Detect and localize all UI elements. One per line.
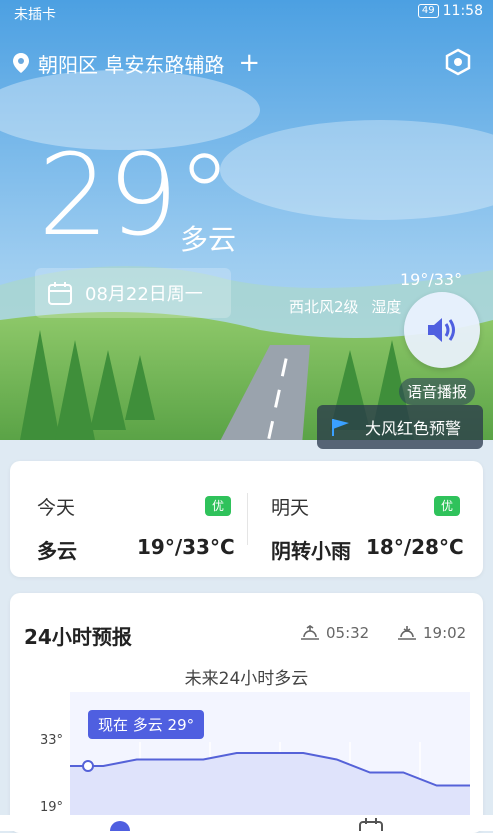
sunrise-info: 05:32 — [300, 624, 369, 642]
now-point — [82, 760, 94, 772]
day-condition: 多云 — [37, 539, 77, 563]
aqi-badge: 优 — [205, 496, 231, 516]
y-tick-min: 19° — [40, 800, 64, 815]
forecast-summary: 未来24小时多云 — [184, 669, 309, 689]
day-label: 今天 — [37, 497, 76, 519]
add-city-button[interactable]: + — [238, 48, 260, 78]
home-tab-icon[interactable] — [110, 821, 130, 831]
weather-alert-banner[interactable]: 大风红色预警 — [317, 405, 483, 449]
sunrise-time: 05:32 — [326, 624, 370, 642]
sunset-icon — [398, 626, 416, 640]
current-date: 08月22日周一 — [85, 284, 203, 305]
date-chip[interactable]: 08月22日周一 — [35, 268, 231, 318]
location-selector[interactable]: 朝阳区 阜安东路辅路 + — [12, 48, 260, 78]
speaker-icon — [428, 318, 455, 342]
sunset-time: 19:02 — [423, 624, 467, 642]
wind-label: 西北风2级 — [289, 298, 359, 316]
temperature-area — [70, 753, 470, 817]
status-bar: 未插卡 49 11:58 — [0, 0, 493, 26]
bottom-nav — [0, 815, 493, 831]
forecast-title: 24小时预报 — [24, 625, 132, 649]
voice-broadcast-label[interactable]: 语音播报 — [399, 378, 476, 405]
battery-icon: 49 — [417, 4, 439, 18]
status-time: 11:58 — [442, 3, 483, 19]
day-temps: 19°/33°C — [137, 535, 235, 559]
location-name: 朝阳区 阜安东路辅路 — [38, 52, 225, 77]
location-pin-icon — [13, 53, 29, 73]
today-summary[interactable]: 今天 优 多云 19°/33°C — [22, 461, 237, 577]
now-tooltip: 现在 多云 29° — [88, 710, 205, 739]
wind-info: 西北风2级 湿度 — [289, 296, 401, 317]
humidity-label: 湿度 — [371, 298, 402, 316]
temp-range: 19°/33° — [400, 270, 463, 289]
day-temps: 18°/28°C — [366, 535, 464, 559]
calendar-tab-icon[interactable] — [358, 817, 384, 831]
sunrise-icon — [301, 625, 319, 640]
day-label: 明天 — [271, 497, 310, 519]
sunset-info: 19:02 — [397, 624, 466, 642]
alert-text: 大风红色预警 — [365, 419, 462, 438]
flag-icon — [332, 419, 349, 436]
divider — [247, 493, 248, 545]
current-condition: 多云 — [180, 223, 237, 256]
y-tick-max: 33° — [40, 733, 64, 748]
calendar-icon — [48, 282, 72, 305]
aqi-badge: 优 — [434, 496, 460, 516]
voice-broadcast-button[interactable] — [404, 292, 480, 368]
tomorrow-summary[interactable]: 明天 优 阴转小雨 18°/28°C — [256, 461, 471, 577]
settings-icon[interactable] — [444, 48, 472, 76]
daily-summary-card: 今天 优 多云 19°/33°C 明天 优 阴转小雨 18°/28°C — [10, 461, 483, 577]
carrier-label: 未插卡 — [14, 7, 56, 23]
day-condition: 阴转小雨 — [271, 539, 351, 563]
